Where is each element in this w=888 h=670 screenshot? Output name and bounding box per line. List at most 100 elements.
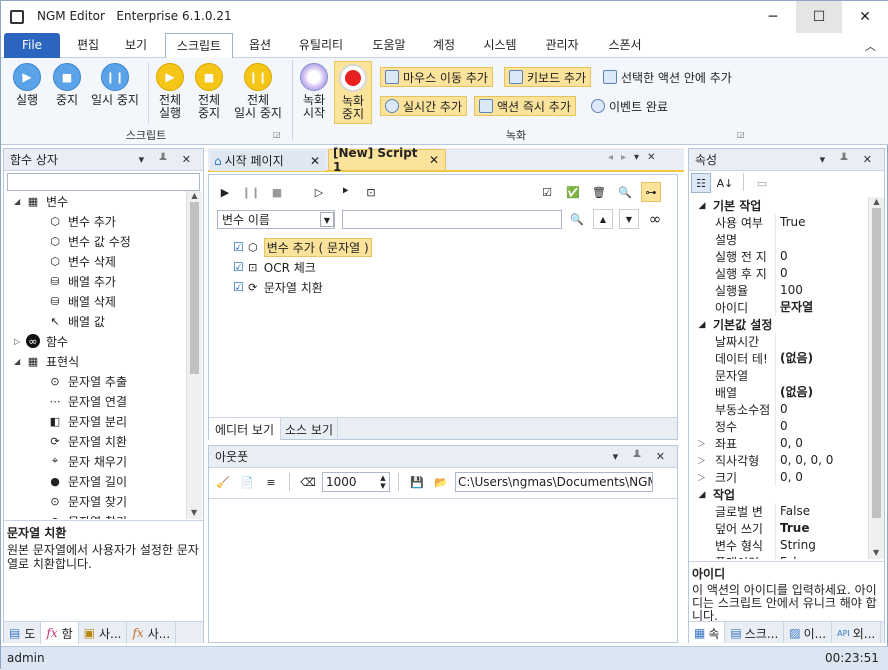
broom-icon[interactable]: 🧹 xyxy=(213,472,233,492)
expander-icon[interactable]: ◢ xyxy=(14,197,26,206)
close-window-button[interactable]: ✕ xyxy=(842,1,888,33)
property-row[interactable]: ＞ 크기 0, 0 xyxy=(691,469,867,486)
function-search-input[interactable] xyxy=(7,173,200,191)
stop-script-icon[interactable]: ■ xyxy=(267,182,287,202)
property-value[interactable]: 0 xyxy=(775,265,788,282)
editor-search-input[interactable] xyxy=(342,210,562,229)
tab-user-functions[interactable]: fx 사... xyxy=(127,622,177,644)
panel-controls[interactable]: ▾ ╨ ✕ xyxy=(613,450,671,463)
panel-controls[interactable]: ▾ ╨ ✕ xyxy=(139,153,197,166)
find-icon[interactable]: 🔍 xyxy=(567,209,587,229)
property-value[interactable] xyxy=(775,333,780,350)
property-row[interactable]: 실행 후 지 0 xyxy=(691,265,867,282)
expander-icon[interactable]: ◢ xyxy=(14,357,26,366)
property-value[interactable]: True xyxy=(775,214,806,231)
property-value[interactable]: (없음) xyxy=(775,350,813,367)
record-stop-button[interactable]: 녹화 중지 xyxy=(334,61,372,124)
script-action-row[interactable]: ☑ ⊡ OCR 체크 xyxy=(233,257,633,277)
property-value[interactable]: 문자열 xyxy=(775,299,813,316)
group-launcher-icon[interactable]: ◲ xyxy=(273,130,281,139)
property-value[interactable] xyxy=(775,367,780,384)
action-checkbox[interactable]: ☑ xyxy=(233,240,244,254)
event-complete-button[interactable]: 이벤트 완료 xyxy=(587,96,672,116)
add-action-now-button[interactable]: 액션 즉시 추가 xyxy=(474,96,576,116)
line-count-stepper[interactable]: 1000 ▲ ▼ xyxy=(322,472,390,492)
property-value[interactable]: 0 xyxy=(775,418,788,435)
prev-icon[interactable]: ▲ xyxy=(593,209,613,229)
property-row[interactable]: 설명 xyxy=(691,231,867,248)
run-from-icon[interactable]: ⯈ xyxy=(335,182,355,202)
tree-item[interactable]: ◢ ▦ 변수 xyxy=(4,191,186,211)
categorized-icon[interactable]: ☷ xyxy=(691,173,711,193)
tree-item[interactable]: ⬡ 변수 추가 xyxy=(4,211,186,231)
property-value[interactable]: False xyxy=(775,503,810,520)
property-scrollbar[interactable]: ▲ ▼ xyxy=(868,197,884,559)
tree-item[interactable]: ⟳ 문자열 치환 xyxy=(4,431,186,451)
property-value[interactable]: 0, 0 xyxy=(775,469,803,486)
tree-item[interactable]: ◢ ▦ 표현식 xyxy=(4,351,186,371)
tab-images[interactable]: ▨ 이... xyxy=(784,622,833,643)
expander-icon[interactable]: ▷ xyxy=(14,337,26,346)
tree-scrollbar[interactable]: ▲ ▼ xyxy=(186,191,202,519)
run-selected-icon[interactable]: ⊡ xyxy=(361,182,381,202)
loop-icon[interactable]: ∞ xyxy=(645,209,665,229)
property-value[interactable]: True xyxy=(775,520,809,537)
tab-admin[interactable]: 관리자 xyxy=(535,33,589,58)
eraser-icon[interactable]: ⌫ xyxy=(298,472,318,492)
tree-item[interactable]: ⬡ 변수 삭제 xyxy=(4,251,186,271)
run-all-button[interactable]: ▶ 전체 실행 xyxy=(151,63,189,120)
property-row[interactable]: 실행 전 지 0 xyxy=(691,248,867,265)
collapse-icon[interactable]: ◢ xyxy=(691,201,713,211)
check-all-icon[interactable]: ☑ xyxy=(537,182,557,202)
tree-item[interactable]: ● 문자열 길이 xyxy=(4,471,186,491)
add-realtime-button[interactable]: 실시간 추가 xyxy=(380,96,468,116)
tab-user-actions[interactable]: ▣ 사... xyxy=(79,622,128,644)
list-icon[interactable]: ≡ xyxy=(261,472,281,492)
tab-properties[interactable]: ▦ 속 xyxy=(689,622,726,643)
property-row[interactable]: 날짜시간 xyxy=(691,333,867,350)
tab-help[interactable]: 도움말 xyxy=(363,33,415,58)
maximize-button[interactable]: ☐ xyxy=(796,1,842,33)
tab-start-page[interactable]: ⌂ 시작 페이지 ✕ xyxy=(210,150,326,171)
add-into-selected-button[interactable]: 선택한 액션 안에 추가 xyxy=(599,67,736,87)
property-section[interactable]: ◢ 기본 작업 xyxy=(691,197,867,214)
pause-script-icon[interactable]: ❙❙ xyxy=(241,182,261,202)
output-path-field[interactable]: C:\Users\ngmas\Documents\NGM6\ xyxy=(455,472,653,492)
action-checkbox[interactable]: ☑ xyxy=(233,280,244,294)
tree-item[interactable]: ⋯ 문자열 연결 xyxy=(4,391,186,411)
tree-item[interactable]: ◧ 문자열 분리 xyxy=(4,411,186,431)
property-row[interactable]: 문자열 xyxy=(691,367,867,384)
close-tab-icon[interactable]: ✕ xyxy=(429,153,439,167)
tree-view-icon[interactable]: ⊶ xyxy=(641,182,661,202)
run-script-icon[interactable]: ▶ xyxy=(215,182,235,202)
tree-item[interactable]: ⌖ 문자 채우기 xyxy=(4,451,186,471)
tab-external[interactable]: API 외... xyxy=(832,622,882,643)
add-mouse-move-button[interactable]: 마우스 이동 추가 xyxy=(380,67,493,87)
tab-file[interactable]: File xyxy=(4,33,60,58)
run-button[interactable]: ▶ 실행 xyxy=(7,63,47,107)
property-row[interactable]: ＞ 좌표 0, 0 xyxy=(691,435,867,452)
property-row[interactable]: 부동소수점 0 xyxy=(691,401,867,418)
property-row[interactable]: 아이디 문자열 xyxy=(691,299,867,316)
property-value[interactable]: 0 xyxy=(775,401,788,418)
property-row[interactable]: 글로벌 변 False xyxy=(691,503,867,520)
tree-item[interactable]: ⛁ 배열 추가 xyxy=(4,271,186,291)
save-icon[interactable]: 💾 xyxy=(407,472,427,492)
property-row[interactable]: 정수 0 xyxy=(691,418,867,435)
tab-view[interactable]: 보기 xyxy=(115,33,157,58)
tree-item[interactable]: ▷ ∞ 함수 xyxy=(4,331,186,351)
property-pages-icon[interactable]: ▭ xyxy=(752,173,772,193)
tab-account[interactable]: 계정 xyxy=(424,33,464,58)
collapse-icon[interactable]: ◢ xyxy=(691,490,713,500)
stop-button[interactable]: ■ 중지 xyxy=(47,63,87,107)
action-checkbox[interactable]: ☑ xyxy=(233,260,244,274)
property-row[interactable]: 배열 (없음) xyxy=(691,384,867,401)
property-row[interactable]: ＞ 직사각형 0, 0, 0, 0 xyxy=(691,452,867,469)
pause-all-button[interactable]: ❙❙ 전체 일시 중지 xyxy=(229,63,287,120)
stop-all-button[interactable]: ■ 전체 중지 xyxy=(190,63,228,120)
tree-item[interactable]: ⊙ 문자열 찾기 xyxy=(4,511,186,520)
property-value[interactable]: 0, 0, 0, 0 xyxy=(775,452,833,469)
group-launcher-icon[interactable]: ◲ xyxy=(737,130,745,139)
close-tab-icon[interactable]: ✕ xyxy=(310,154,320,168)
tree-item[interactable]: ⛁ 배열 삭제 xyxy=(4,291,186,311)
